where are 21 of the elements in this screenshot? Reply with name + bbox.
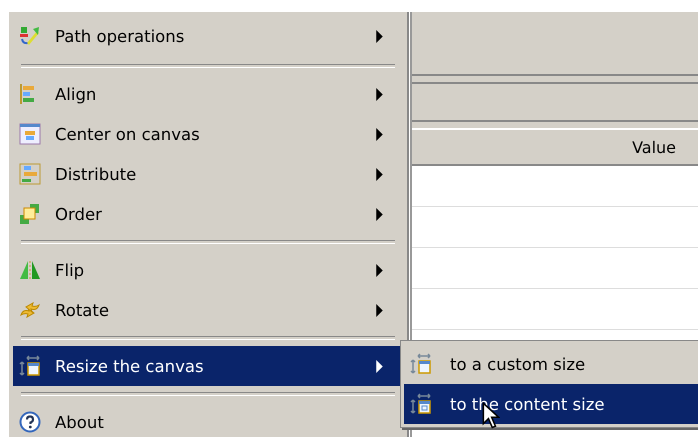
rotate-icon — [19, 299, 41, 321]
menu-item[interactable]: Rotate — [13, 290, 403, 330]
menu-item[interactable]: Path operations — [13, 14, 403, 58]
distribute-icon — [19, 163, 41, 185]
menu-item[interactable]: Order — [13, 194, 403, 234]
order-icon — [19, 203, 41, 225]
center-icon — [19, 123, 41, 145]
menu-item[interactable]: About — [13, 402, 403, 437]
resize-icon — [19, 355, 41, 377]
menu-item[interactable]: Flip — [13, 250, 403, 290]
menu-item[interactable]: Resize the canvas — [13, 346, 403, 386]
resize-icon — [410, 353, 432, 375]
flip-icon — [19, 259, 41, 281]
menu-item[interactable]: Align — [13, 74, 403, 114]
path-operations-icon — [19, 25, 41, 47]
menu-item[interactable]: to a custom size — [404, 344, 698, 384]
column-header[interactable]: Value — [632, 138, 676, 156]
menu-item[interactable]: Distribute — [13, 154, 403, 194]
help-icon — [19, 411, 41, 433]
menu-item[interactable]: Center on canvas — [13, 114, 403, 154]
resize-icon — [410, 393, 432, 415]
